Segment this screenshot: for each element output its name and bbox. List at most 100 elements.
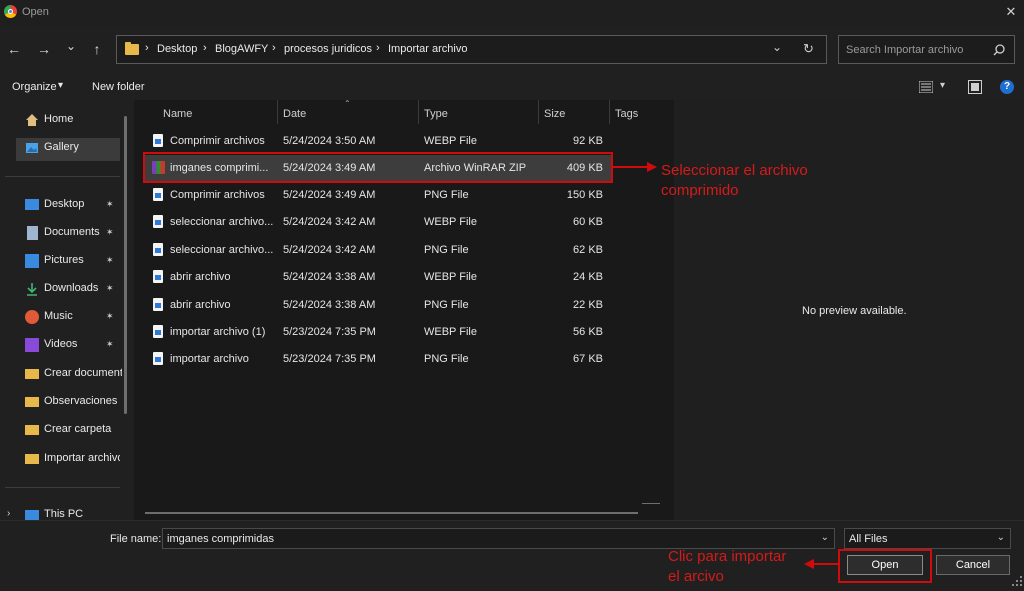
sidebar-item-documents[interactable]: Documents ✶ — [22, 223, 122, 243]
pin-icon[interactable]: ✶ — [106, 255, 114, 266]
chevron-down-icon[interactable]: ⌄ — [997, 532, 1005, 543]
desktop-icon — [25, 199, 39, 210]
annotation-select-text-2: comprimido — [661, 182, 739, 199]
file-icon — [153, 243, 163, 256]
music-icon — [25, 310, 39, 324]
file-row[interactable]: Comprimir archivos 5/24/2024 3:49 AM PNG… — [145, 182, 612, 208]
preview-pane-icon[interactable] — [968, 80, 982, 94]
column-header-name[interactable]: Name — [163, 108, 192, 120]
up-arrow-icon[interactable]: ↑ — [87, 39, 107, 59]
window-title: Open — [22, 6, 49, 18]
folder-icon — [125, 42, 139, 55]
sidebar-item-crear-carpeta[interactable]: Crear carpeta — [22, 420, 122, 440]
folder-icon — [25, 454, 39, 464]
sidebar-scrollbar[interactable] — [124, 116, 127, 414]
pin-icon[interactable]: ✶ — [106, 339, 114, 350]
sidebar-item-desktop[interactable]: Desktop ✶ — [22, 195, 122, 215]
annotation-click-text: Clic para importar — [668, 548, 787, 565]
pin-icon[interactable]: ✶ — [106, 227, 114, 238]
scrollbar-track — [642, 503, 660, 504]
file-icon — [153, 325, 163, 338]
folder-icon — [25, 369, 39, 379]
search-input[interactable]: Search Importar archivo — [838, 35, 1015, 64]
chevron-down-icon[interactable]: ⌄ — [821, 532, 829, 543]
sidebar-item-downloads[interactable]: Downloads ✶ — [22, 279, 122, 299]
resize-grip-icon[interactable] — [1011, 575, 1024, 588]
search-placeholder: Search Importar archivo — [846, 44, 964, 56]
breadcrumb-blogawfy[interactable]: BlogAWFY — [215, 43, 268, 55]
column-header-type[interactable]: Type — [424, 108, 448, 120]
sidebar-item-music[interactable]: Music ✶ — [22, 307, 122, 327]
annotation-select-text: Seleccionar el archivo — [661, 162, 808, 179]
breadcrumb-desktop[interactable]: Desktop — [157, 43, 197, 55]
file-icon — [153, 352, 163, 365]
sidebar-item-videos[interactable]: Videos ✶ — [22, 335, 122, 355]
file-row[interactable]: abrir archivo 5/24/2024 3:38 AM WEBP Fil… — [145, 264, 612, 290]
file-row[interactable]: importar archivo 5/23/2024 7:35 PM PNG F… — [145, 346, 612, 372]
videos-icon — [25, 338, 39, 352]
sidebar-divider — [5, 176, 120, 177]
address-bar[interactable]: › Desktop › BlogAWFY › procesos juridico… — [116, 35, 827, 64]
toolbar — [0, 74, 1024, 100]
recent-locations-chevron-icon[interactable]: ⌄ — [61, 36, 81, 56]
file-row[interactable]: Comprimir archivos 5/24/2024 3:50 AM WEB… — [145, 128, 612, 154]
breadcrumb-importar-archivo[interactable]: Importar archivo — [388, 43, 467, 55]
computer-icon — [25, 510, 39, 520]
organize-chevron-icon[interactable]: ▾ — [58, 80, 63, 91]
file-icon — [153, 134, 163, 147]
file-icon — [153, 215, 163, 228]
file-icon — [153, 188, 163, 201]
search-icon — [993, 44, 1005, 56]
cancel-button[interactable]: Cancel — [936, 555, 1010, 575]
forward-arrow-icon[interactable]: → — [34, 39, 54, 59]
folder-icon — [25, 425, 39, 435]
chrome-icon — [4, 5, 17, 18]
close-icon[interactable]: ✕ — [1002, 3, 1020, 21]
file-row[interactable]: seleccionar archivo... 5/24/2024 3:42 AM… — [145, 237, 612, 263]
organize-button[interactable]: Organize — [12, 81, 57, 93]
pin-icon[interactable]: ✶ — [106, 311, 114, 322]
sidebar-item-importar-archivo[interactable]: Importar archivo — [22, 449, 122, 469]
file-icon — [153, 270, 163, 283]
annotation-arrow-right-icon — [613, 162, 657, 172]
sidebar-item-pictures[interactable]: Pictures ✶ — [22, 251, 122, 271]
annotation-arrow-left-icon — [804, 559, 838, 569]
file-icon — [153, 298, 163, 311]
file-row[interactable]: abrir archivo 5/24/2024 3:38 AM PNG File… — [145, 292, 612, 318]
column-header-date[interactable]: Date — [283, 108, 306, 120]
gallery-icon — [26, 143, 38, 153]
documents-icon — [27, 226, 38, 240]
title-bar — [0, 0, 1024, 26]
sidebar-item-home[interactable]: Home — [22, 110, 122, 130]
breadcrumb-procesos-juridicos[interactable]: procesos juridicos — [284, 43, 372, 55]
column-header-tags[interactable]: Tags — [615, 108, 638, 120]
sidebar-item-observaciones[interactable]: Observaciones — [22, 392, 122, 412]
file-row[interactable]: seleccionar archivo... 5/24/2024 3:42 AM… — [145, 209, 612, 235]
new-folder-button[interactable]: New folder — [92, 81, 145, 93]
horizontal-scrollbar[interactable] — [145, 512, 638, 514]
help-icon[interactable]: ? — [1000, 80, 1014, 94]
view-options-chevron-icon[interactable]: ▾ — [940, 80, 945, 91]
pin-icon[interactable]: ✶ — [106, 199, 114, 210]
sidebar-item-gallery[interactable]: Gallery — [22, 138, 122, 158]
file-type-select[interactable]: All Files ⌄ — [844, 528, 1011, 549]
address-dropdown-chevron-icon[interactable]: ⌄ — [772, 40, 782, 54]
filename-label: File name: — [110, 533, 162, 545]
file-row[interactable]: importar archivo (1) 5/23/2024 7:35 PM W… — [145, 319, 612, 345]
preview-message: No preview available. — [802, 305, 907, 317]
sidebar-item-crear-document[interactable]: Crear document — [22, 364, 122, 384]
home-icon — [26, 114, 38, 126]
view-options-icon[interactable] — [919, 81, 933, 93]
folder-icon — [25, 397, 39, 407]
back-arrow-icon[interactable]: ← — [4, 39, 24, 59]
filename-field[interactable]: imganes comprimidas ⌄ — [162, 528, 835, 549]
column-header-size[interactable]: Size — [544, 108, 565, 120]
annotation-highlight-file — [143, 152, 613, 183]
annotation-highlight-open — [838, 549, 932, 583]
pin-icon[interactable]: ✶ — [106, 283, 114, 294]
downloads-icon — [27, 283, 37, 296]
sidebar-divider — [5, 487, 120, 488]
expand-chevron-icon[interactable]: › — [7, 508, 10, 519]
pictures-icon — [25, 254, 39, 268]
refresh-icon[interactable]: ↻ — [803, 41, 814, 57]
